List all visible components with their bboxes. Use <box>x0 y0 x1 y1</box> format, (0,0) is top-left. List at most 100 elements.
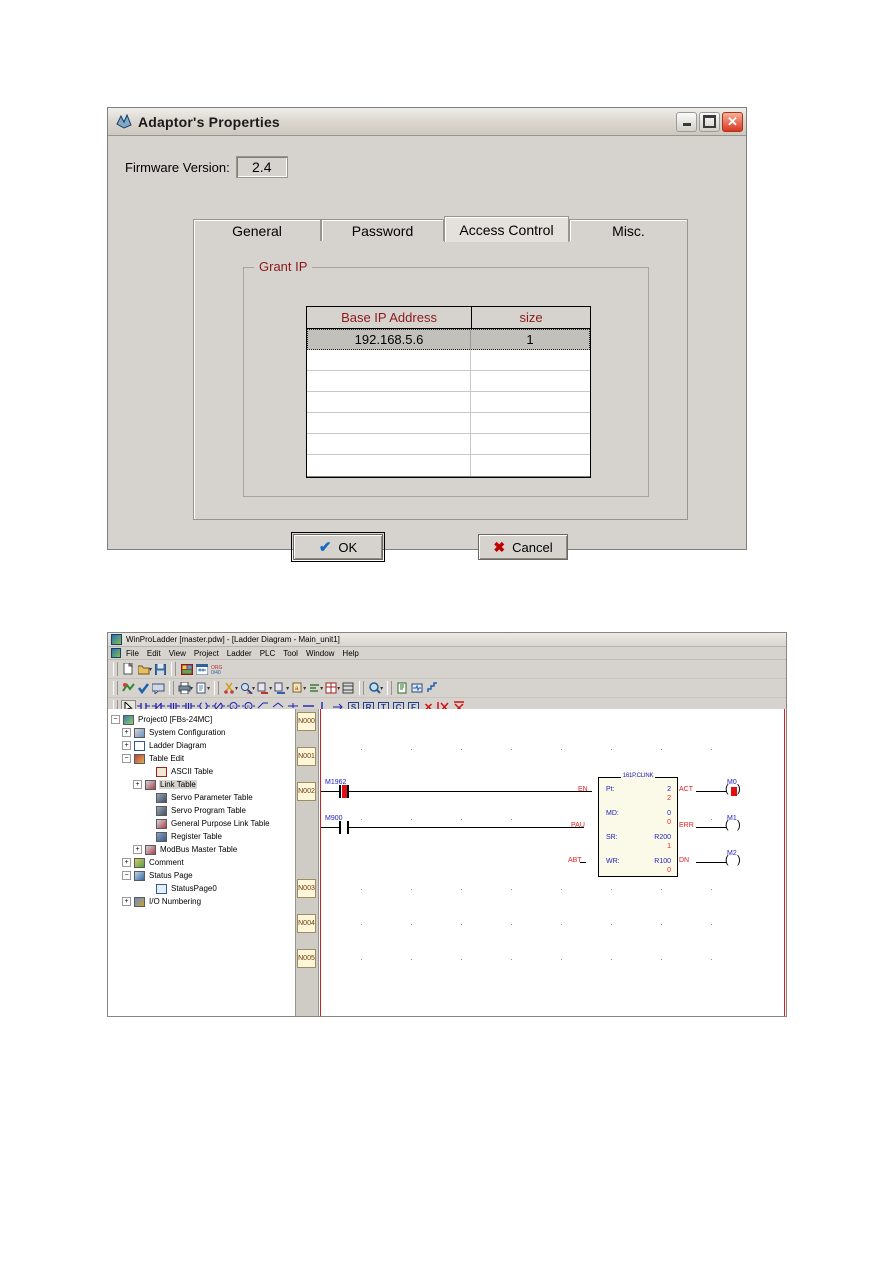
toolbar-grip[interactable] <box>359 681 365 695</box>
table-row[interactable] <box>307 455 590 476</box>
param-value-pt: 2 <box>667 786 671 793</box>
tab-password[interactable]: Password <box>321 219 444 241</box>
tree-node-io-numbering[interactable]: + I/O Numbering <box>111 895 295 908</box>
toolbar-grip[interactable] <box>169 681 174 695</box>
preview-icon[interactable] <box>194 681 209 696</box>
standard-toolbar: ▾ ORG 0/40 <box>108 660 786 679</box>
open-icon[interactable] <box>136 662 151 677</box>
firmware-version-value: 2.4 <box>235 156 288 178</box>
status-icon[interactable] <box>410 681 425 696</box>
org-icon[interactable]: ORG 0/40 <box>209 662 224 677</box>
cell-size <box>471 350 590 370</box>
minimize-button[interactable] <box>676 111 697 132</box>
expander-icon[interactable]: + <box>122 897 131 906</box>
menu-edit[interactable]: Edit <box>147 649 161 658</box>
function-block-clink[interactable]: 161P.CLINK Pt: 2 2 MD: 0 0 SR: R200 1 WR… <box>598 773 678 877</box>
tab-misc[interactable]: Misc. <box>569 219 688 241</box>
align-icon[interactable] <box>307 681 322 696</box>
table-row[interactable] <box>307 350 590 371</box>
rung-label[interactable]: N004 <box>297 914 316 933</box>
servoprog-icon <box>156 805 167 816</box>
step-icon[interactable] <box>425 681 440 696</box>
expander-icon[interactable]: − <box>111 715 120 724</box>
save-icon[interactable] <box>153 662 168 677</box>
expander-icon[interactable]: − <box>122 754 131 763</box>
grid-icon[interactable] <box>324 681 339 696</box>
toolbar-grip[interactable] <box>214 681 220 695</box>
tree-node-modbus-master-table[interactable]: + ModBus Master Table <box>111 843 295 856</box>
cancel-button[interactable]: ✖ Cancel <box>478 534 568 560</box>
expander-icon[interactable]: + <box>133 845 142 854</box>
coil-paren-right: ) <box>737 819 741 831</box>
table-row[interactable] <box>307 392 590 413</box>
ok-button[interactable]: ✔ OK <box>291 532 385 562</box>
replace-icon[interactable] <box>256 681 271 696</box>
table-row[interactable] <box>307 434 590 455</box>
menu-window[interactable]: Window <box>306 649 334 658</box>
expander-icon[interactable]: + <box>133 780 142 789</box>
rung-label[interactable]: N000 <box>297 712 316 731</box>
tree-node-project[interactable]: − Project0 [FBs-24MC] <box>111 713 295 726</box>
close-button[interactable]: ✕ <box>722 111 743 132</box>
rung-label[interactable]: N005 <box>297 949 316 968</box>
goto-icon[interactable] <box>273 681 288 696</box>
rung-label[interactable]: N002 <box>297 782 316 801</box>
tree-node-statuspage0[interactable]: StatusPage0 <box>111 882 295 895</box>
table-icon[interactable] <box>341 681 356 696</box>
tree-node-servo-parameter-table[interactable]: Servo Parameter Table <box>111 791 295 804</box>
tree-node-link-table[interactable]: + Link Table <box>111 778 295 791</box>
bookmark-icon[interactable]: a <box>290 681 305 696</box>
ladder-view-icon[interactable] <box>194 662 209 677</box>
tab-general[interactable]: General <box>193 219 321 241</box>
menu-ladder[interactable]: Ladder <box>227 649 252 658</box>
monitor-icon[interactable] <box>367 681 382 696</box>
expander-icon[interactable]: + <box>122 858 131 867</box>
find-icon[interactable]: a <box>239 681 254 696</box>
report-icon[interactable] <box>395 681 410 696</box>
expander-icon[interactable]: + <box>122 728 131 737</box>
project-icon[interactable] <box>179 662 194 677</box>
grant-ip-table[interactable]: Base IP Address size 192.168.5.6 1 <box>306 306 591 478</box>
tree-node-ascii-table[interactable]: ASCII Table <box>111 765 295 778</box>
coil-paren-left: ( <box>725 854 729 866</box>
rung-label[interactable]: N001 <box>297 747 316 766</box>
dialog-titlebar[interactable]: Adaptor's Properties ✕ <box>108 108 746 136</box>
toolbar-grip[interactable] <box>387 681 393 695</box>
menu-plc[interactable]: PLC <box>260 649 276 658</box>
expander-icon[interactable]: − <box>122 871 131 880</box>
menu-file[interactable]: File <box>126 649 139 658</box>
maximize-button[interactable] <box>699 111 720 132</box>
toolbar-grip[interactable] <box>171 662 177 676</box>
print-icon[interactable] <box>177 681 192 696</box>
tree-node-servo-program-table[interactable]: Servo Program Table <box>111 804 295 817</box>
menu-project[interactable]: Project <box>194 649 219 658</box>
tree-node-status-page[interactable]: − Status Page <box>111 869 295 882</box>
toolbar-grip[interactable] <box>113 681 118 695</box>
comment-icon[interactable] <box>151 681 166 696</box>
ladder-canvas[interactable]: N000 N001 N002 N003 N004 N005 M1962 EN M… <box>296 709 786 1016</box>
compile-icon[interactable] <box>121 681 136 696</box>
ascii-icon <box>156 766 167 777</box>
tree-node-general-purpose-link-table[interactable]: General Purpose Link Table <box>111 817 295 830</box>
menu-help[interactable]: Help <box>342 649 358 658</box>
menu-tool[interactable]: Tool <box>283 649 298 658</box>
menu-view[interactable]: View <box>169 649 186 658</box>
expander-icon[interactable]: + <box>122 741 131 750</box>
cut-icon[interactable] <box>222 681 237 696</box>
toolbar-grip[interactable] <box>113 662 118 676</box>
tab-access-control[interactable]: Access Control <box>444 216 569 242</box>
table-row[interactable] <box>307 413 590 434</box>
tree-node-register-table[interactable]: Register Table <box>111 830 295 843</box>
tree-node-ladder-diagram[interactable]: + Ladder Diagram <box>111 739 295 752</box>
project-tree[interactable]: − Project0 [FBs-24MC] + System Configura… <box>108 709 296 1016</box>
tree-node-comment[interactable]: + Comment <box>111 856 295 869</box>
column-header-size: size <box>519 310 543 325</box>
tree-node-table-edit[interactable]: − Table Edit <box>111 752 295 765</box>
new-icon[interactable] <box>121 662 136 677</box>
app-titlebar[interactable]: WinProLadder [master.pdw] - [Ladder Diag… <box>108 633 786 647</box>
verify-icon[interactable] <box>136 681 151 696</box>
table-row[interactable] <box>307 371 590 392</box>
rung-label[interactable]: N003 <box>297 879 316 898</box>
tree-node-system-configuration[interactable]: + System Configuration <box>111 726 295 739</box>
table-row[interactable]: 192.168.5.6 1 <box>307 329 590 350</box>
